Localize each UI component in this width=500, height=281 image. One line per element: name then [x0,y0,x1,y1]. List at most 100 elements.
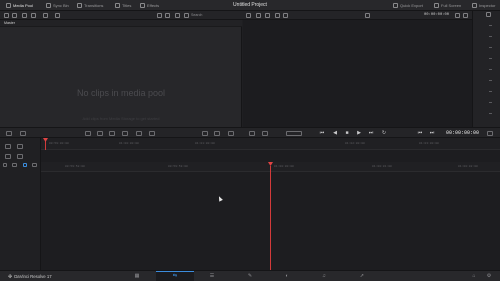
full-screen-label: Full Screen [441,3,462,8]
tab-titles[interactable]: Titles [115,1,131,10]
speaker-icon[interactable] [486,12,491,17]
media-page-icon[interactable]: ▦ [134,273,140,279]
ruler-label: 00:59:58:00 [65,165,85,168]
upper-playhead-handle[interactable] [43,138,48,142]
track-view-icon[interactable] [17,144,23,149]
folder-icon[interactable] [31,13,36,18]
ruler-label: 01:00:01:00 [372,165,392,168]
search-input[interactable]: Search [191,12,241,19]
last-frame-button[interactable]: ⏭ [428,130,436,136]
list-icon[interactable] [262,131,268,136]
play-button[interactable]: ▶ [355,130,363,136]
bin-name[interactable]: Master [0,20,242,27]
wrench-icon[interactable] [455,13,460,18]
link-icon[interactable] [32,163,37,167]
deliver-page-icon[interactable]: ➚ [359,273,365,279]
settings-view-icon[interactable] [228,131,234,136]
loop-button[interactable]: ↻ [380,130,388,136]
ruler-label: 00:59:00:00 [49,142,69,145]
next-clip-button[interactable]: ⏭ [367,130,375,136]
place-on-top-icon[interactable] [136,131,142,136]
ruler-label: 01:02:00:00 [345,142,365,145]
media-pool-panel: Master No clips in media pool Add clips … [0,20,242,127]
transitions-icon [77,3,82,8]
resolve-logo-icon: ✤ [8,273,13,280]
edit-page-icon[interactable]: ☰ [209,273,215,279]
ripple-overwrite-icon[interactable] [109,131,115,136]
video-track-icon[interactable] [23,163,27,167]
audio-track-icon[interactable] [12,163,17,167]
audio-view-icon[interactable] [214,131,220,136]
upper-timeline-ruler[interactable]: 00:59:00:00 01:00:00:00 01:01:00:00 01:0… [41,138,500,150]
dropdown-icon[interactable] [12,13,17,18]
tab-effects[interactable]: Effects [140,1,159,10]
reverse-button[interactable]: ◀ [331,130,339,136]
smart-insert-icon[interactable] [85,131,91,136]
inspector-label: Inspector [479,3,496,8]
inspector-button[interactable]: Inspector [472,1,495,10]
clip-view-icon[interactable] [275,13,280,18]
prev-clip-button[interactable]: ⏮ [318,130,326,136]
fusion-page-icon[interactable]: ✎ [247,273,253,279]
tab-transitions[interactable]: Transitions [77,1,103,10]
meter-tick [489,47,492,48]
chevron-down-icon[interactable] [283,13,288,18]
page-navigation-bar: ✤ DaVinci Resolve 17 ▦ ⇆ ☰ ✎ ◐ ♫ ➚ ⌂ ⚙ [0,270,500,281]
sort-icon[interactable] [43,13,48,18]
project-title: Untitled Project [233,2,267,8]
viewer-timecode: 00:00:00:00 [424,13,450,17]
tab-media-pool[interactable]: Media Pool [6,1,33,10]
media-pool-empty-title: No clips in media pool [76,88,166,98]
ruler-label: 01:00:00:00 [274,165,294,168]
tab-transitions-label: Transitions [84,3,104,8]
grid-view-icon[interactable] [165,13,170,18]
zoom-fit-icon[interactable] [17,154,23,159]
timeline-view-icon[interactable] [202,131,208,136]
lower-playhead-line[interactable] [270,166,271,270]
trim-tool-icon[interactable] [20,131,26,136]
viewer-mode-icon[interactable] [246,13,251,18]
top-toolbar: Media Pool Sync Bin Transitions Titles E… [0,0,500,11]
cut-tool-icon[interactable] [6,131,12,136]
blade-icon[interactable] [3,163,7,167]
source-overwrite-icon[interactable] [149,131,155,136]
menu-icon[interactable] [487,131,493,136]
meter-tick [489,69,492,70]
clip-info-icon[interactable] [249,131,255,136]
tab-sync-bin[interactable]: Sync Bin [46,1,69,10]
viewer-panel[interactable] [243,20,472,127]
append-icon[interactable] [97,131,103,136]
full-screen-button[interactable]: Full Screen [434,1,461,10]
home-icon[interactable]: ⌂ [471,273,477,279]
first-frame-button[interactable]: ⏮ [416,130,424,136]
fairlight-page-icon[interactable]: ♫ [321,273,327,279]
jog-control[interactable] [286,131,302,136]
stop-button[interactable]: ■ [343,130,351,136]
sidebar-toggle-icon[interactable] [4,13,9,18]
full-screen-icon [434,3,439,8]
list-view-icon[interactable] [157,13,162,18]
ruler-label: 01:00:02:00 [458,165,478,168]
close-up-icon[interactable] [122,131,128,136]
quick-export-button[interactable]: Quick Export [393,1,423,10]
import-icon[interactable] [22,13,27,18]
more-options-icon[interactable] [463,13,468,18]
meter-tick [489,25,492,26]
layout-icon[interactable] [256,13,261,18]
color-page-icon[interactable]: ◐ [284,273,290,279]
metadata-view-icon[interactable] [175,13,180,18]
settings-gear-icon[interactable]: ⚙ [486,273,492,279]
tab-sync-bin-label: Sync Bin [53,3,69,8]
cut-page-icon[interactable]: ⇆ [172,273,178,279]
audio-meter-strip [472,11,500,127]
meter-tick [489,102,492,103]
zoom-icon[interactable] [5,154,11,159]
ellipsis-icon[interactable] [55,13,60,18]
brand-name: DaVinci Resolve 17 [14,274,52,279]
monitor-icon[interactable] [265,13,270,18]
media-pool-icon [6,3,11,8]
viewer-dropdown-icon[interactable] [365,13,370,18]
media-pool-empty-subtitle: Add clips from Media Storage to get star… [82,116,160,121]
track-lock-icon[interactable] [5,144,11,149]
secondary-toolbar: Search 00:00:00:00 [0,11,500,20]
